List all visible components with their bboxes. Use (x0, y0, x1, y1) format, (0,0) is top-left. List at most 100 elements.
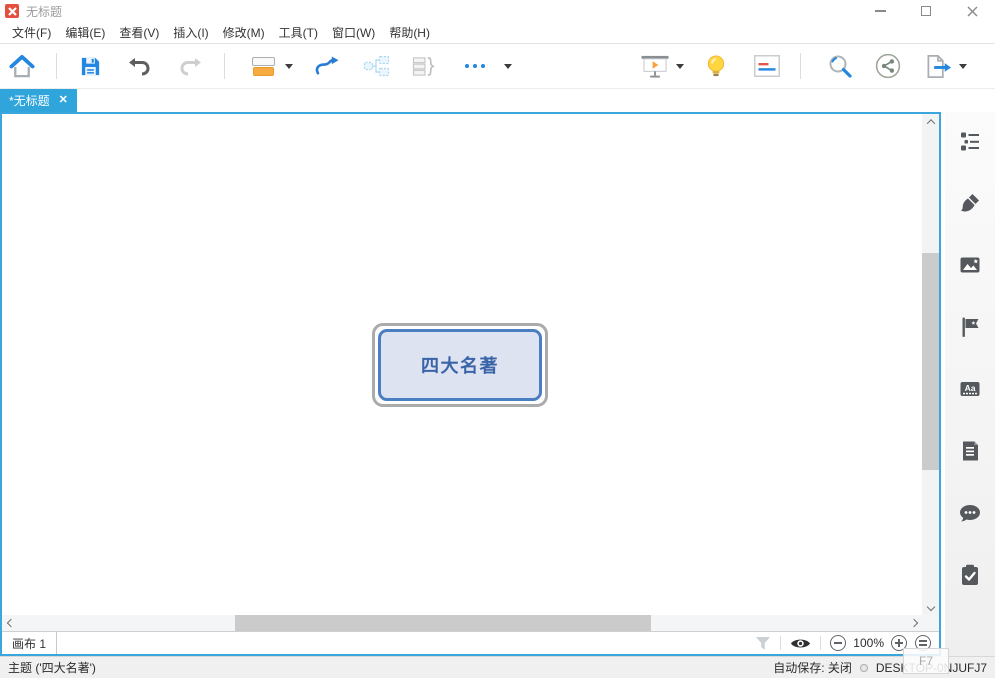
more-ellipsis-button[interactable] (460, 64, 490, 69)
idea-bulb-button[interactable] (703, 54, 729, 79)
tab-close-icon[interactable]: ✕ (59, 95, 68, 106)
right-sidebar: Aa (945, 112, 995, 656)
canvas-tab-label: 画布 1 (12, 635, 46, 652)
chevron-down-icon (504, 64, 512, 69)
outline-icon (959, 130, 981, 152)
maximize-button[interactable] (903, 0, 949, 22)
sheet-bar-separator (820, 636, 821, 650)
style-brush-icon (959, 192, 981, 214)
menu-bar: 文件(F) 编辑(E) 查看(V) 插入(I) 修改(M) 工具(T) 窗口(W… (0, 22, 995, 44)
menu-insert[interactable]: 插入(I) (166, 22, 215, 43)
sidebar-mark-button[interactable] (958, 315, 982, 338)
scrollbar-corner (922, 615, 939, 631)
sidebar-clipart-button[interactable] (958, 253, 982, 276)
presentation-dropdown[interactable] (673, 64, 687, 69)
shortcut-tooltip-text: F7 (919, 654, 933, 668)
close-icon (967, 6, 978, 17)
chevron-down-icon (926, 603, 934, 611)
export-button[interactable] (923, 54, 953, 79)
mindmap-canvas[interactable]: 四大名著 (2, 114, 939, 615)
menu-view[interactable]: 查看(V) (112, 22, 166, 43)
sidebar-text-button[interactable]: Aa (958, 377, 982, 400)
chevron-down-icon (285, 64, 293, 69)
menu-edit[interactable]: 编辑(E) (58, 22, 112, 43)
central-topic[interactable]: 四大名著 (378, 329, 542, 401)
horizontal-scrollbar[interactable] (2, 615, 939, 631)
presentation-icon (640, 54, 670, 79)
undo-button[interactable] (125, 55, 155, 77)
home-button[interactable] (7, 54, 37, 79)
sidebar-comment-button[interactable] (958, 501, 982, 524)
topic-shape-button[interactable] (248, 57, 278, 76)
save-button[interactable] (75, 55, 105, 78)
window-title: 无标题 (26, 3, 62, 20)
app-logo-icon (5, 4, 19, 18)
topic-shape-icon (252, 57, 275, 66)
scroll-left-button[interactable] (2, 615, 19, 631)
summary-button[interactable] (409, 55, 439, 78)
sheet-bar: 画布 1 100% (2, 631, 939, 654)
canvas-tab[interactable]: 画布 1 (2, 632, 57, 654)
menu-file[interactable]: 文件(F) (5, 22, 58, 43)
chevron-down-icon (676, 64, 684, 69)
sidebar-note-button[interactable] (958, 439, 982, 462)
chevron-left-icon (6, 619, 14, 627)
structure-icon (363, 55, 390, 77)
presentation-button[interactable] (639, 54, 671, 79)
topic-selection-outline: 四大名著 (372, 323, 548, 407)
scroll-down-button[interactable] (922, 599, 939, 615)
sidebar-task-button[interactable] (958, 563, 982, 586)
vertical-scrollbar[interactable] (922, 114, 939, 615)
menu-help[interactable]: 帮助(H) (382, 22, 437, 43)
slide-banner-icon (754, 55, 780, 77)
visibility-button[interactable] (790, 636, 811, 651)
toolbar-more-dropdown[interactable] (501, 64, 515, 69)
sidebar-style-button[interactable] (958, 191, 982, 214)
scroll-right-button[interactable] (905, 615, 922, 631)
horizontal-scroll-track[interactable] (19, 615, 905, 631)
slide-banner-button[interactable] (753, 55, 781, 77)
menu-window[interactable]: 窗口(W) (325, 22, 382, 43)
vertical-scroll-thumb[interactable] (922, 253, 939, 470)
maximize-icon (921, 6, 931, 16)
topic-shape-icon-orange (253, 67, 274, 76)
font-aa-label: Aa (965, 383, 976, 393)
scroll-up-button[interactable] (922, 114, 939, 130)
share-button[interactable] (873, 53, 903, 79)
zoom-out-button[interactable] (830, 635, 846, 651)
export-dropdown[interactable] (956, 64, 970, 69)
structure-button[interactable] (361, 55, 391, 77)
horizontal-scroll-thumb[interactable] (235, 615, 651, 631)
menu-tools[interactable]: 工具(T) (272, 22, 325, 43)
status-dot-icon (860, 664, 868, 672)
status-bar: 主题 ('四大名著') 自动保存: 关闭 DESKTOP-0NJUFJ7 (0, 656, 995, 678)
menu-modify[interactable]: 修改(M) (216, 22, 272, 43)
editor-frame: 四大名著 画布 1 (0, 112, 941, 656)
main-area: 四大名著 画布 1 (0, 112, 995, 656)
document-tab-active[interactable]: *无标题 ✕ (0, 89, 77, 112)
note-document-icon (959, 440, 981, 462)
toolbar-separator (800, 53, 801, 79)
idea-bulb-icon (705, 54, 727, 79)
minimize-button[interactable] (857, 0, 903, 22)
topic-shape-dropdown[interactable] (282, 64, 296, 69)
relationship-button[interactable] (312, 55, 342, 78)
image-icon (959, 254, 981, 276)
redo-icon (178, 55, 202, 77)
redo-button[interactable] (175, 55, 205, 77)
share-icon (875, 53, 901, 79)
export-icon (923, 54, 953, 79)
close-button[interactable] (949, 0, 995, 22)
flag-icon (959, 316, 981, 338)
comment-bubble-icon (959, 502, 981, 524)
find-icon (827, 53, 853, 79)
sidebar-outline-button[interactable] (958, 129, 982, 152)
chevron-right-icon (909, 619, 917, 627)
document-tab-label: *无标题 (9, 92, 50, 109)
undo-icon (128, 55, 152, 77)
minimize-icon (875, 10, 886, 12)
find-button[interactable] (825, 53, 855, 79)
zoom-level: 100% (853, 636, 884, 650)
filter-button[interactable] (755, 636, 771, 651)
shortcut-tooltip: F7 (903, 648, 949, 674)
